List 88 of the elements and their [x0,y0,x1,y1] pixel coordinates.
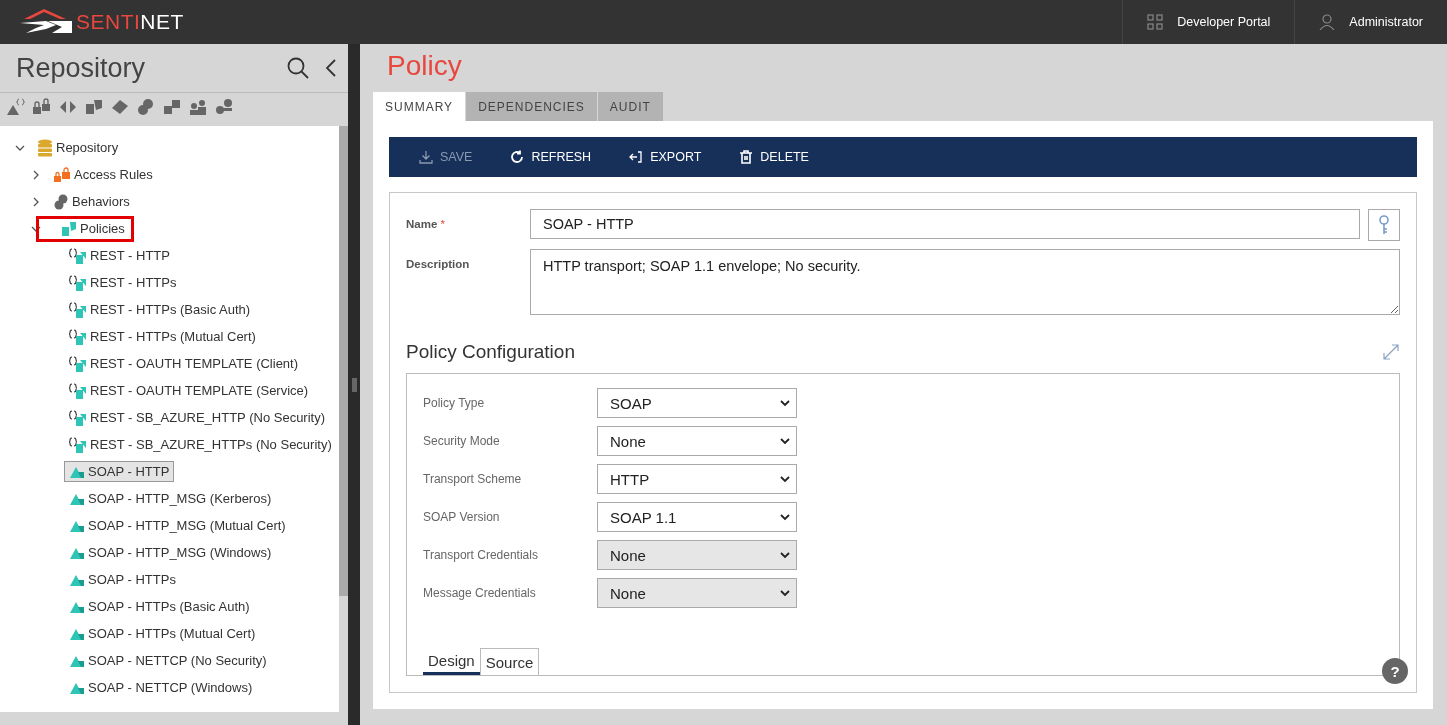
export-icon [629,150,644,164]
description-field[interactable]: HTTP transport; SOAP 1.1 envelope; No security. [530,249,1400,315]
tree-item[interactable]: REST - SB_AZURE_HTTP (No Security) [64,406,330,429]
filter-icon[interactable] [214,98,234,116]
field-label: Description [406,257,471,270]
filter-icon[interactable] [6,98,26,116]
lock-icon [53,166,71,183]
tab[interactable]: DEPENDENCIES [466,92,597,121]
collapse-icon[interactable] [324,57,338,79]
key-button[interactable] [1368,209,1400,241]
dropdown[interactable]: SOAP [597,388,797,418]
header-link[interactable]: Developer Portal [1122,0,1295,44]
field-label: Security Mode [423,434,501,448]
toolbar-button[interactable]: REFRESH [502,146,600,168]
filter-icon[interactable] [58,98,78,116]
help-button[interactable]: ? [1382,658,1408,684]
filter-icon[interactable] [188,98,208,116]
toolbar-button[interactable]: EXPORT [621,146,710,168]
caret-icon [780,399,790,407]
field-label: Name * [406,217,446,230]
expand-icon[interactable] [1382,343,1400,361]
tree-item[interactable]: REST - OAUTH TEMPLATE (Service) [64,379,314,402]
caret-icon [780,437,790,445]
caret-icon [780,589,790,597]
tab[interactable]: AUDIT [597,92,663,121]
caret-icon [780,551,790,559]
tree-item[interactable]: Access Rules [48,163,158,186]
tree-item[interactable]: SOAP - HTTPs (Mutual Cert) [64,623,261,644]
tree-item[interactable]: REST - HTTPs [64,271,182,294]
key-icon [1378,215,1390,235]
page-title: Policy [387,50,463,83]
header-link[interactable]: Administrator [1294,0,1447,44]
tree-item[interactable]: SOAP - HTTPs [64,569,181,590]
field-label: Policy Type [423,396,486,410]
scrollbar[interactable] [339,126,348,712]
field-label: SOAP Version [423,510,501,524]
tree-item[interactable]: SOAP - NETTCP (Windows) [64,677,258,698]
tree-item[interactable]: REST - OAUTH TEMPLATE (Client) [64,352,304,375]
rest-policy-icon [69,382,87,399]
rest-policy-icon [69,328,87,345]
toolbar-button[interactable]: DELETE [731,146,817,168]
rest-policy-icon [69,436,87,453]
caret-icon [780,513,790,521]
tree-item[interactable]: SOAP - HTTPs (Basic Auth) [64,596,255,617]
filter-icon[interactable] [162,98,182,116]
tree-item[interactable]: REST - HTTPs (Mutual Cert) [64,325,261,348]
rest-policy-icon [69,355,87,372]
rest-policy-icon [69,301,87,318]
tree-item[interactable]: SOAP - HTTP [64,461,175,482]
name-field[interactable]: SOAP - HTTP [530,209,1360,239]
dropdown[interactable]: None [597,426,797,456]
tree-item[interactable]: SOAP - HTTP_MSG (Kerberos) [64,488,277,509]
rest-policy-icon [69,409,87,426]
dropdown[interactable]: SOAP 1.1 [597,502,797,532]
filter-icon[interactable] [32,98,52,116]
policy-icon [61,220,77,237]
download-icon [419,150,433,164]
grid-icon [1147,14,1164,30]
rest-policy-icon [69,274,87,291]
tree-item[interactable]: SOAP - NETTCP (No Security) [64,650,272,671]
tree-item[interactable]: Repository [32,135,124,160]
section-title: Policy Configuration [406,341,575,363]
rest-policy-icon [69,247,87,264]
field-label: Transport Scheme [423,472,523,486]
sidebar-title: Repository [16,52,147,84]
tree-item[interactable]: SOAP - HTTP_MSG (Windows) [64,542,277,563]
search-icon[interactable] [286,56,310,80]
tab[interactable]: Source [479,648,540,675]
tree-item[interactable]: REST - SB_AZURE_HTTPs (No Security) [64,433,337,456]
tree-item[interactable]: REST - HTTPs (Basic Auth) [64,298,256,321]
tree-item[interactable]: SOAP - HTTP_MSG (Mutual Cert) [64,515,291,536]
refresh-icon [510,150,525,164]
user-icon [1319,14,1336,30]
logo-text: SENTINET [76,10,184,34]
filter-icon[interactable] [110,98,130,116]
tab[interactable]: SUMMARY [373,92,466,121]
caret-icon [780,475,790,483]
filter-icon[interactable] [84,98,104,116]
tree-item[interactable]: REST - HTTP [64,244,175,267]
field-label: Message Credentials [423,586,537,600]
dropdown[interactable]: HTTP [597,464,797,494]
filter-icon[interactable] [136,98,156,116]
tree-item[interactable]: Policies [36,215,134,242]
database-icon [37,138,53,157]
splitter-handle[interactable] [351,377,357,392]
field-label: Transport Credentials [423,548,539,562]
trash-icon [739,150,754,164]
tree-item[interactable]: Behaviors [48,190,135,213]
